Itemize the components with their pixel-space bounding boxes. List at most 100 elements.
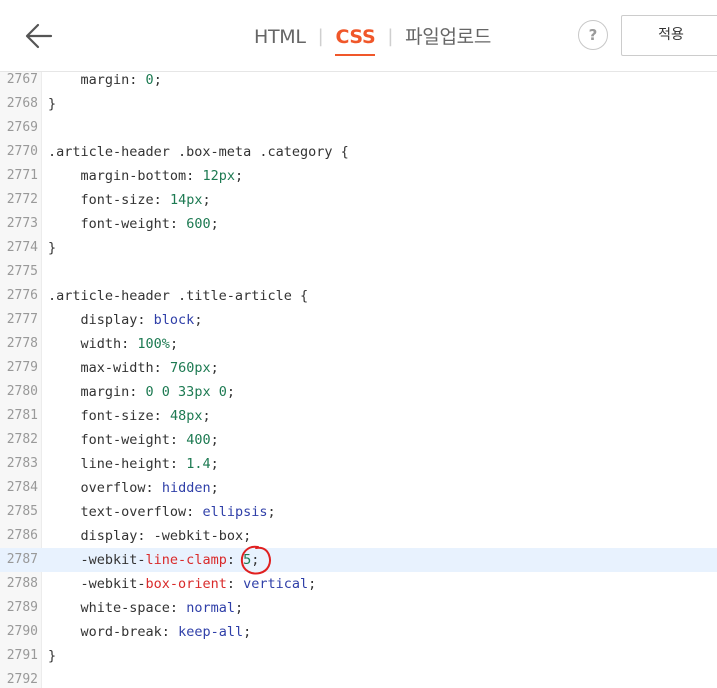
line-number: 2768 bbox=[6, 96, 38, 111]
tab-css[interactable]: CSS bbox=[335, 24, 376, 56]
code-text: text-overflow: ellipsis; bbox=[48, 500, 276, 524]
line-number: 2782 bbox=[6, 432, 38, 447]
code-text: font-size: 48px; bbox=[48, 404, 211, 428]
code-line[interactable]: 2784 overflow: hidden; bbox=[0, 476, 717, 500]
code-line[interactable]: 2788 -webkit-box-orient: vertical; bbox=[0, 572, 717, 596]
code-line[interactable]: 2781 font-size: 48px; bbox=[0, 404, 717, 428]
code-text: margin: 0 0 33px 0; bbox=[48, 380, 235, 404]
code-token: 0 0 33px 0 bbox=[145, 384, 227, 400]
line-number: 2777 bbox=[6, 312, 38, 327]
code-token: font-size bbox=[48, 408, 154, 424]
line-number: 2767 bbox=[6, 72, 38, 87]
code-token: display bbox=[48, 528, 138, 544]
code-token: white-space bbox=[48, 600, 170, 616]
code-token: font-weight bbox=[48, 216, 170, 232]
code-line[interactable]: 2785 text-overflow: ellipsis; bbox=[0, 500, 717, 524]
code-token: : bbox=[169, 432, 187, 448]
code-token: 14px bbox=[169, 192, 203, 208]
line-number: 2773 bbox=[6, 216, 38, 231]
code-line[interactable]: 2767 margin: 0; bbox=[0, 72, 717, 92]
code-text: display: -webkit-box; bbox=[48, 524, 252, 548]
code-text: width: 100%; bbox=[48, 332, 179, 356]
code-line[interactable]: 2777 display: block; bbox=[0, 308, 717, 332]
code-token: -webkit- bbox=[48, 576, 146, 592]
line-number: 2784 bbox=[6, 480, 38, 495]
code-token: 760px bbox=[169, 360, 211, 376]
code-token: ; bbox=[202, 408, 211, 424]
code-text: display: block; bbox=[48, 308, 203, 332]
code-token: ; bbox=[234, 600, 244, 616]
tab-file-upload[interactable]: 파일업로드 bbox=[405, 24, 491, 54]
code-text: -webkit-box-orient: vertical; bbox=[48, 572, 317, 596]
code-token: : bbox=[137, 528, 154, 544]
help-button[interactable]: ? bbox=[578, 20, 608, 50]
code-line[interactable]: 2773 font-weight: 600; bbox=[0, 212, 717, 236]
code-line[interactable]: 2780 margin: 0 0 33px 0; bbox=[0, 380, 717, 404]
line-number: 2774 bbox=[6, 240, 38, 255]
line-number: 2790 bbox=[6, 624, 38, 639]
line-number: 2786 bbox=[6, 528, 38, 543]
code-token: : bbox=[153, 192, 170, 208]
code-line[interactable]: 2778 width: 100%; bbox=[0, 332, 717, 356]
code-line[interactable]: 2790 word-break: keep-all; bbox=[0, 620, 717, 644]
code-text: font-weight: 600; bbox=[48, 212, 219, 236]
code-text: word-break: keep-all; bbox=[48, 620, 252, 644]
code-token: 400 bbox=[186, 432, 211, 448]
code-text: font-size: 14px; bbox=[48, 188, 211, 212]
code-token: ; bbox=[210, 480, 219, 496]
code-line[interactable]: 2771 margin-bottom: 12px; bbox=[0, 164, 717, 188]
code-text: max-width: 760px; bbox=[48, 356, 219, 380]
code-text: } bbox=[48, 644, 56, 668]
code-token: : bbox=[137, 312, 154, 328]
line-number: 2779 bbox=[6, 360, 38, 375]
code-text: line-height: 1.4; bbox=[48, 452, 219, 476]
code-token: line-height bbox=[48, 456, 170, 472]
tab-divider: | bbox=[387, 26, 394, 47]
code-token: 5 bbox=[243, 552, 252, 568]
code-text: } bbox=[48, 236, 56, 260]
code-line[interactable]: 2776 .article-header .title-article { bbox=[0, 284, 717, 308]
code-line[interactable]: 2791} bbox=[0, 644, 717, 668]
code-line[interactable]: 2770 .article-header .box-meta .category … bbox=[0, 140, 717, 164]
code-token: ; bbox=[153, 72, 162, 88]
code-token: ; bbox=[194, 312, 203, 328]
code-line[interactable]: 2772 font-size: 14px; bbox=[0, 188, 717, 212]
css-code-editor[interactable]: 2767 margin: 0; 2768} 2769 2770 .article-hea… bbox=[0, 72, 717, 688]
code-token: : bbox=[186, 504, 203, 520]
code-token: font-weight bbox=[48, 432, 170, 448]
code-token: : bbox=[121, 336, 138, 352]
line-number: 2770 bbox=[6, 144, 38, 159]
code-token: : bbox=[226, 576, 244, 592]
code-token: : bbox=[226, 552, 244, 568]
code-token: overflow bbox=[48, 480, 146, 496]
code-line[interactable]: 2768} bbox=[0, 92, 717, 116]
code-token: 600 bbox=[186, 216, 211, 232]
tab-html[interactable]: HTML bbox=[254, 24, 306, 54]
code-line[interactable]: 2779 max-width: 760px; bbox=[0, 356, 717, 380]
code-token: 12px bbox=[202, 168, 235, 184]
question-mark-icon: ? bbox=[588, 26, 598, 44]
code-line[interactable]: 2769 bbox=[0, 116, 717, 140]
line-number: 2788 bbox=[6, 576, 38, 591]
code-token: 100% bbox=[137, 336, 170, 352]
code-text: } bbox=[48, 92, 56, 116]
apply-button[interactable]: 적용 bbox=[621, 15, 717, 56]
line-number: 2769 bbox=[6, 120, 38, 135]
code-line[interactable]: 2786 display: -webkit-box; bbox=[0, 524, 717, 548]
code-token: : bbox=[169, 600, 187, 616]
code-line[interactable]: 2782 font-weight: 400; bbox=[0, 428, 717, 452]
code-token: : bbox=[153, 408, 170, 424]
code-lines: 2767 margin: 0; 2768} 2769 2770 .article-hea… bbox=[0, 72, 717, 688]
code-token: ; bbox=[210, 360, 219, 376]
code-line[interactable]: 2792 bbox=[0, 668, 717, 688]
code-line[interactable]: 2789 white-space: normal; bbox=[0, 596, 717, 620]
code-token: ; bbox=[202, 192, 211, 208]
code-line[interactable]: 2775 bbox=[0, 260, 717, 284]
code-token: hidden bbox=[161, 480, 211, 496]
code-token: .article-header .box-meta .category { bbox=[48, 144, 349, 160]
code-line[interactable]: 2774} bbox=[0, 236, 717, 260]
code-line[interactable]: 2787 -webkit-line-clamp: 5; bbox=[0, 548, 717, 572]
code-token: ; bbox=[210, 432, 219, 448]
code-token: max-width bbox=[48, 360, 154, 376]
code-line[interactable]: 2783 line-height: 1.4; bbox=[0, 452, 717, 476]
